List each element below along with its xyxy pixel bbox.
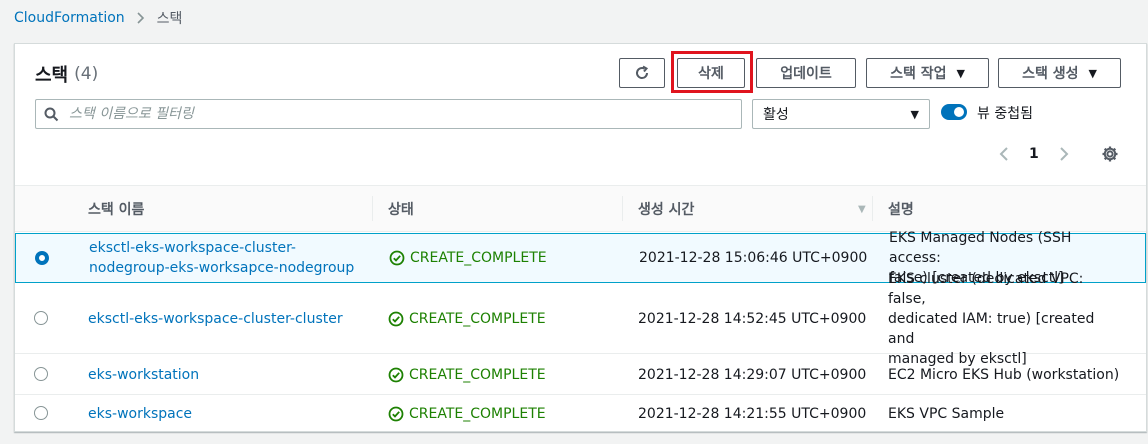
breadcrumb-cloudformation-link[interactable]: CloudFormation — [14, 10, 125, 26]
delete-button-label: 삭제 — [698, 66, 724, 82]
stack-name-link[interactable]: eks-workstation — [88, 365, 199, 385]
stack-name-link[interactable]: eksctl-eks-workspace-cluster-cluster — [88, 309, 343, 329]
created-time-cell: 2021-12-28 14:52:45 UTC+0900 — [638, 310, 867, 327]
stack-count: (4) — [74, 64, 99, 84]
breadcrumb-current: 스택 — [156, 11, 183, 27]
column-divider — [622, 196, 623, 221]
stack-name-link[interactable]: eks-workspace — [88, 404, 192, 424]
stack-name-cell: eks-workstation — [88, 355, 368, 394]
page-title-text: 스택 — [35, 65, 69, 86]
column-header-status[interactable]: 상태 — [372, 186, 414, 231]
status-cell: CREATE_COMPLETE — [388, 284, 618, 353]
stack-actions-label: 스택 작업 — [890, 66, 947, 82]
status-badge: CREATE_COMPLETE — [388, 365, 546, 385]
description-cell: EKS VPC Sample — [888, 406, 1005, 422]
search-input[interactable] — [69, 106, 709, 122]
row-radio[interactable] — [35, 251, 49, 265]
page-title: 스택 (4) — [35, 61, 98, 87]
table-row[interactable]: eksctl-eks-workspace-cluster-cluster CRE… — [15, 271, 1146, 367]
check-circle-icon — [388, 311, 404, 326]
stack-name-cell: eksctl-eks-workspace-cluster-cluster — [88, 284, 368, 353]
status-text: CREATE_COMPLETE — [409, 366, 546, 383]
caret-down-icon: ▼ — [910, 107, 919, 121]
status-text: CREATE_COMPLETE — [409, 406, 546, 422]
stack-filter-search — [35, 99, 742, 129]
check-circle-icon — [389, 250, 405, 266]
table-row[interactable]: eks-workspace CREATE_COMPLETE 2021-12-28… — [15, 396, 1146, 432]
update-button-label: 업데이트 — [780, 66, 832, 82]
column-divider — [372, 196, 373, 221]
gear-icon[interactable] — [1101, 145, 1119, 163]
create-stack-label: 스택 생성 — [1022, 66, 1079, 82]
chevron-right-icon[interactable] — [1059, 146, 1069, 162]
created-time-cell: 2021-12-28 15:06:46 UTC+0900 — [639, 250, 868, 266]
stack-name-cell: eksctl-eks-workspace-cluster- nodegroup-… — [89, 234, 369, 282]
nested-view-label: 뷰 중첩됨 — [977, 106, 1033, 122]
stack-name-link[interactable]: eksctl-eks-workspace-cluster- — [89, 238, 296, 258]
stack-name-link[interactable]: nodegroup-eks-worksapce-nodegroup — [89, 258, 354, 278]
created-time-cell: 2021-12-28 14:29:07 UTC+0900 — [638, 366, 867, 383]
refresh-button[interactable] — [619, 58, 665, 88]
chevron-right-breadcrumb-icon — [137, 12, 145, 24]
current-page[interactable]: 1 — [1029, 146, 1039, 162]
description-line: EKS Managed Nodes (SSH access: — [889, 230, 1072, 266]
description-line: EKS cluster (dedicated VPC: false, — [888, 270, 1084, 307]
column-header-description-label: 설명 — [888, 201, 914, 218]
sort-descending-icon: ▼ — [858, 204, 866, 215]
column-header-name-label: 스택 이름 — [88, 201, 145, 218]
status-filter-value: 활성 — [763, 107, 789, 123]
chevron-left-icon[interactable] — [999, 146, 1009, 162]
check-circle-icon — [388, 406, 404, 422]
column-header-created-label: 생성 시간 — [638, 201, 695, 218]
row-radio[interactable] — [34, 367, 48, 381]
column-divider — [872, 196, 873, 221]
status-badge: CREATE_COMPLETE — [388, 404, 546, 424]
toggle-knob — [954, 107, 964, 117]
description-cell: EKS cluster (dedicated VPC: false, dedic… — [888, 271, 1124, 367]
status-cell: CREATE_COMPLETE — [389, 234, 619, 282]
row-radio[interactable] — [34, 311, 48, 325]
table-row[interactable]: eks-workstation CREATE_COMPLETE 2021-12-… — [15, 355, 1146, 395]
stack-actions-button[interactable]: 스택 작업 ▼ — [866, 58, 989, 88]
search-icon — [44, 107, 59, 122]
description-line: dedicated IAM: true) [created and — [888, 310, 1095, 347]
check-circle-icon — [388, 367, 404, 382]
status-cell: CREATE_COMPLETE — [388, 396, 618, 432]
status-text: CREATE_COMPLETE — [410, 250, 547, 266]
column-header-status-label: 상태 — [388, 201, 414, 218]
status-text: CREATE_COMPLETE — [409, 310, 546, 327]
breadcrumb: CloudFormation 스택 — [14, 8, 182, 28]
column-header-description[interactable]: 설명 — [872, 186, 914, 231]
table-header: 스택 이름 상태 생성 시간 ▼ 설명 — [15, 185, 1146, 232]
create-stack-button[interactable]: 스택 생성 ▼ — [998, 58, 1121, 88]
row-radio[interactable] — [34, 406, 48, 420]
created-time-cell: 2021-12-28 14:21:55 UTC+0900 — [638, 406, 867, 422]
caret-down-icon: ▼ — [956, 66, 965, 80]
column-header-name[interactable]: 스택 이름 — [88, 186, 144, 231]
caret-down-icon: ▼ — [1088, 66, 1097, 80]
pagination: 1 — [999, 144, 1069, 164]
status-badge: CREATE_COMPLETE — [389, 248, 547, 268]
update-button[interactable]: 업데이트 — [756, 58, 856, 88]
status-filter-select[interactable]: 활성 ▼ — [752, 99, 930, 129]
stacks-panel: 스택 (4) 삭제 업데이트 스택 작업 ▼ 스택 생성 ▼ 활성 ▼ 뷰 중첩… — [14, 43, 1147, 432]
description-cell: EC2 Micro EKS Hub (workstation) — [888, 366, 1120, 383]
column-header-created[interactable]: 생성 시간 ▼ — [622, 186, 878, 231]
delete-button[interactable]: 삭제 — [677, 58, 745, 88]
status-badge: CREATE_COMPLETE — [388, 309, 546, 329]
nested-view-toggle[interactable] — [941, 104, 967, 120]
refresh-icon — [634, 65, 650, 81]
status-cell: CREATE_COMPLETE — [388, 355, 618, 394]
stack-name-cell: eks-workspace — [88, 396, 368, 432]
